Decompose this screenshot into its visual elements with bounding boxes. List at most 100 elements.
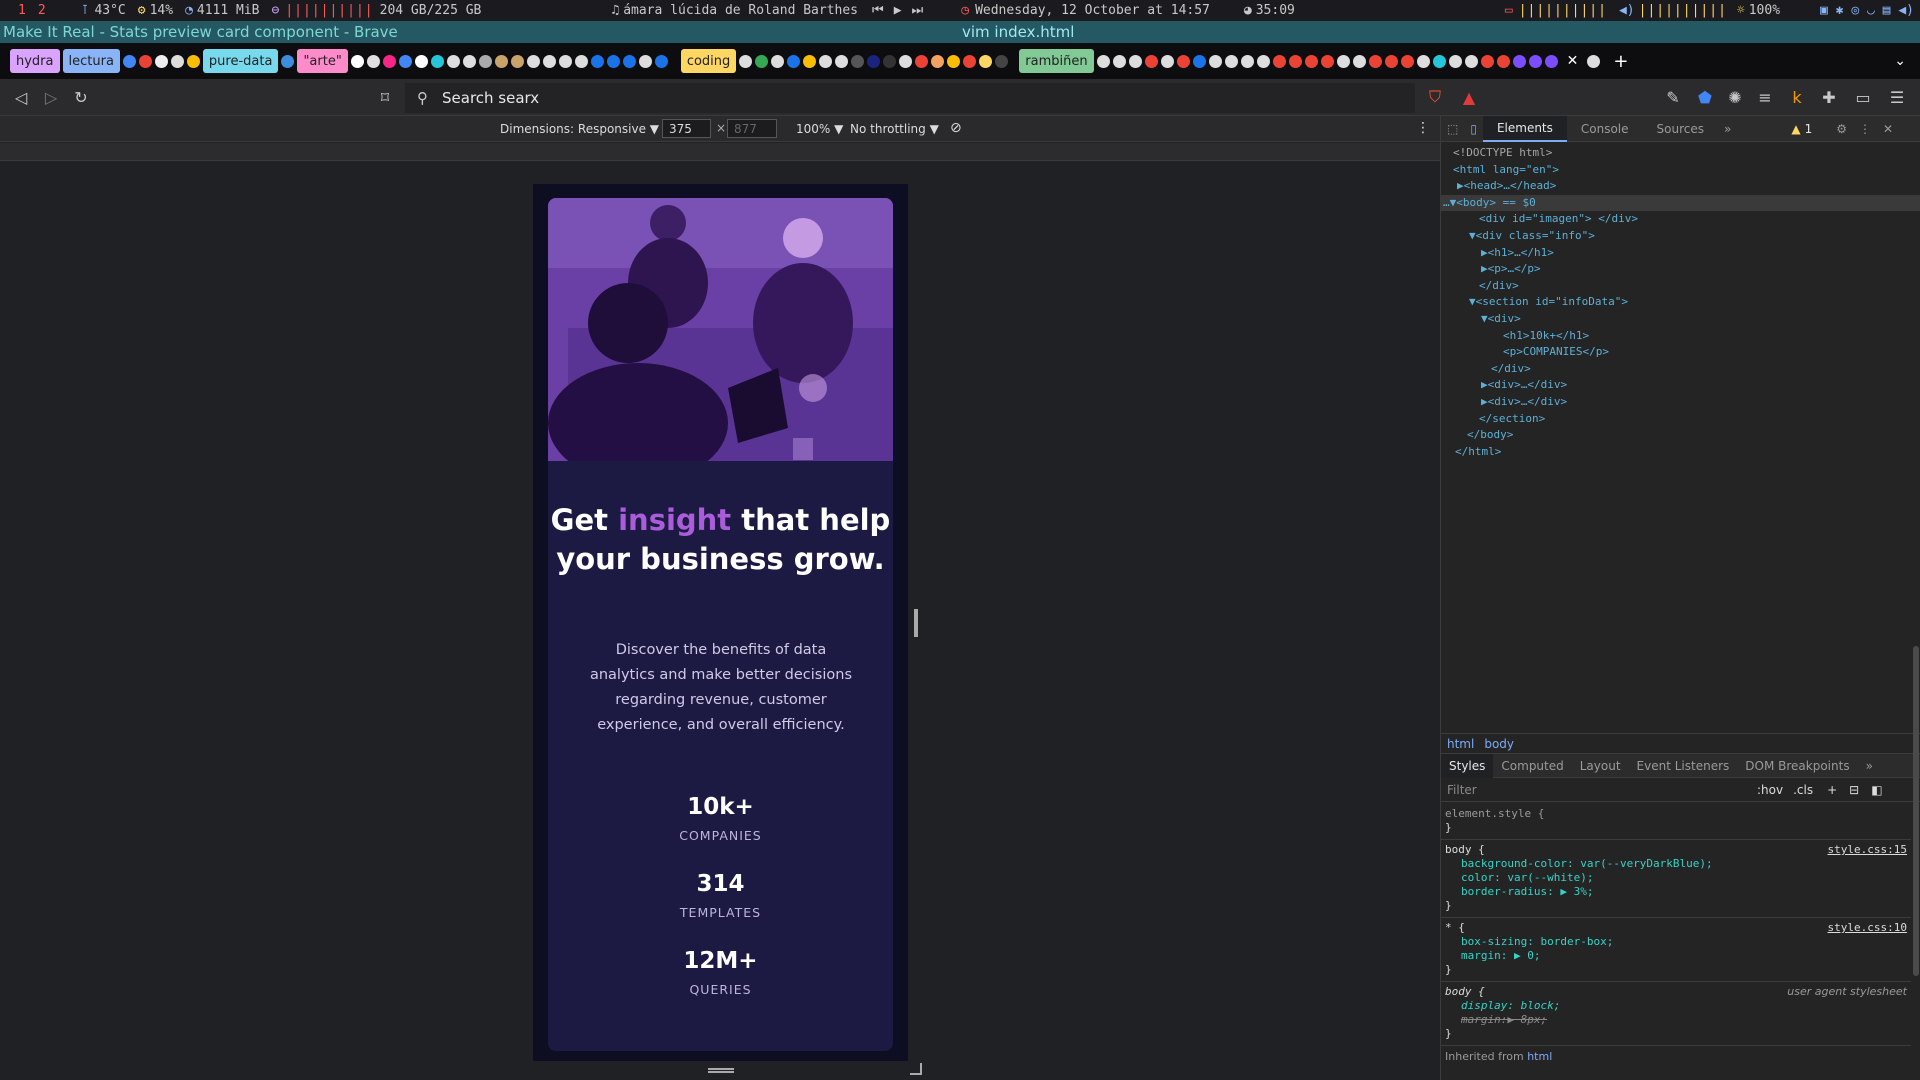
tab-layout[interactable]: Layout [1572,754,1629,778]
tab-favicon[interactable] [1587,54,1601,68]
dom-node[interactable]: ▶<div>…</div> [1441,377,1920,394]
zoom-select[interactable]: 100% ▼ [796,122,843,136]
css-declaration[interactable]: box-sizing: border-box; [1445,935,1907,949]
tab-favicon[interactable] [803,54,817,68]
tab-favicon[interactable] [1400,54,1414,68]
sidebar-toggle-icon[interactable]: ◧ [1871,783,1882,797]
dom-node-selected[interactable]: …▼<body> == $0 [1441,194,1920,212]
tab-favicon[interactable] [1480,54,1494,68]
forward-icon[interactable]: ▷ [36,82,66,112]
tab-favicon[interactable] [835,54,849,68]
extensions-icon[interactable]: ✚ [1814,82,1844,112]
tab-favicon[interactable] [574,54,588,68]
media-query-ruler[interactable] [0,143,1440,161]
height-input[interactable]: 877 [727,119,777,138]
dom-node[interactable]: ▼<div> [1441,311,1920,328]
inspect-icon[interactable]: ⬚ [1441,116,1464,142]
dom-node[interactable]: </div> [1441,361,1920,378]
tab-favicon[interactable] [979,54,993,68]
tab-favicon[interactable] [462,54,476,68]
dom-node[interactable]: ▼<div class="info"> [1441,228,1920,245]
tab-favicon[interactable] [622,54,636,68]
dom-node[interactable]: </body> [1441,427,1920,444]
tab-favicon[interactable] [494,54,508,68]
tab-group-coding[interactable]: coding [680,49,737,73]
extension-icon[interactable]: ✺ [1720,82,1750,112]
tab-favicon[interactable] [739,54,753,68]
tab-favicon[interactable] [398,54,412,68]
width-input[interactable]: 375 [662,119,711,138]
css-declaration[interactable]: border-radius: ▶ 3%; [1445,885,1907,899]
tab-favicon[interactable] [154,54,168,68]
tab-favicon[interactable] [590,54,604,68]
extension-icon[interactable]: ⬟ [1690,82,1720,112]
chevron-down-icon[interactable]: ⌄ [1894,53,1906,69]
tab-favicon[interactable] [1304,54,1318,68]
dom-node[interactable]: ▶<p>…</p> [1441,261,1920,278]
previous-icon[interactable]: ⏮ [872,3,884,18]
styles-scrollbar[interactable] [1913,646,1919,976]
rule-source-link[interactable]: style.css:10 [1828,921,1907,935]
dom-node[interactable]: ▼<section id="infoData"> [1441,294,1920,311]
tab-favicon[interactable] [366,54,380,68]
tab-favicon[interactable] [1160,54,1174,68]
tab-favicon[interactable] [851,54,865,68]
next-icon[interactable]: ⏭ [912,3,924,18]
more-tabs-icon[interactable]: » [1858,754,1881,778]
tab-computed[interactable]: Computed [1493,754,1571,778]
tab-favicon[interactable] [867,54,881,68]
dom-node[interactable]: </section> [1441,411,1920,428]
tab-favicon[interactable] [899,54,913,68]
tab-favicon[interactable] [995,54,1009,68]
brave-shields-icon[interactable]: ⛉ [1420,82,1450,112]
tab-favicon[interactable] [1528,54,1542,68]
tab-favicon[interactable] [526,54,540,68]
dom-node[interactable]: ▶<head>…</head> [1441,178,1920,195]
tab-favicon[interactable] [787,54,801,68]
tab-favicon[interactable] [819,54,833,68]
tab-favicon[interactable] [446,54,460,68]
tab-favicon[interactable] [755,54,769,68]
tab-favicon[interactable] [931,54,945,68]
tab-event-listeners[interactable]: Event Listeners [1629,754,1738,778]
tab-group-pure-data[interactable]: pure-data [202,49,279,73]
close-tab-icon[interactable]: ✕ [1567,53,1579,69]
tab-favicon[interactable] [122,54,136,68]
tab-favicon[interactable] [963,54,977,68]
brave-rewards-icon[interactable]: ▲ [1454,82,1484,112]
tab-favicon[interactable] [1208,54,1222,68]
menu-icon[interactable]: ☰ [1882,82,1912,112]
resize-handle-bottom[interactable] [708,1068,734,1073]
device-toggle-icon[interactable]: ▯ [1464,116,1483,142]
tab-favicon[interactable] [1320,54,1334,68]
tab-favicon[interactable] [1512,54,1526,68]
workspace-1[interactable]: 1 [18,3,26,18]
tab-favicon[interactable] [186,54,200,68]
resize-handle-corner[interactable] [910,1063,922,1075]
tab-group-hydra[interactable]: hydra [10,49,60,73]
tab-favicon[interactable] [1496,54,1510,68]
tab-favicon[interactable] [1288,54,1302,68]
settings-icon[interactable]: ⚙ [1830,116,1853,142]
dom-node[interactable]: <div id="imagen"> </div> [1441,211,1920,228]
resize-handle-right[interactable] [914,609,918,637]
cls-toggle[interactable]: .cls [1793,783,1813,797]
tab-favicon[interactable] [1352,54,1366,68]
extension-icon[interactable]: ≡ [1750,82,1780,112]
rotate-icon[interactable]: ⊘ [950,120,962,136]
tab-favicon[interactable] [654,54,668,68]
wallet-icon[interactable]: ▭ [1848,82,1878,112]
bookmark-icon[interactable]: ⌑ [370,82,400,112]
throttling-select[interactable]: No throttling ▼ [850,122,939,136]
dom-node[interactable]: <h1>10k+</h1> [1441,328,1920,345]
reload-icon[interactable]: ↻ [66,82,96,112]
tab-favicon[interactable] [1368,54,1382,68]
tab-favicon[interactable] [1256,54,1270,68]
tab-favicon[interactable] [138,54,152,68]
workspace-2[interactable]: 2 [38,3,46,18]
tab-favicon[interactable] [771,54,785,68]
tab-favicon[interactable] [510,54,524,68]
tab-group-lectura[interactable]: lectura [62,49,120,73]
breadcrumb-html[interactable]: html [1447,737,1474,751]
more-options-icon[interactable]: ⋮ [1853,116,1877,142]
